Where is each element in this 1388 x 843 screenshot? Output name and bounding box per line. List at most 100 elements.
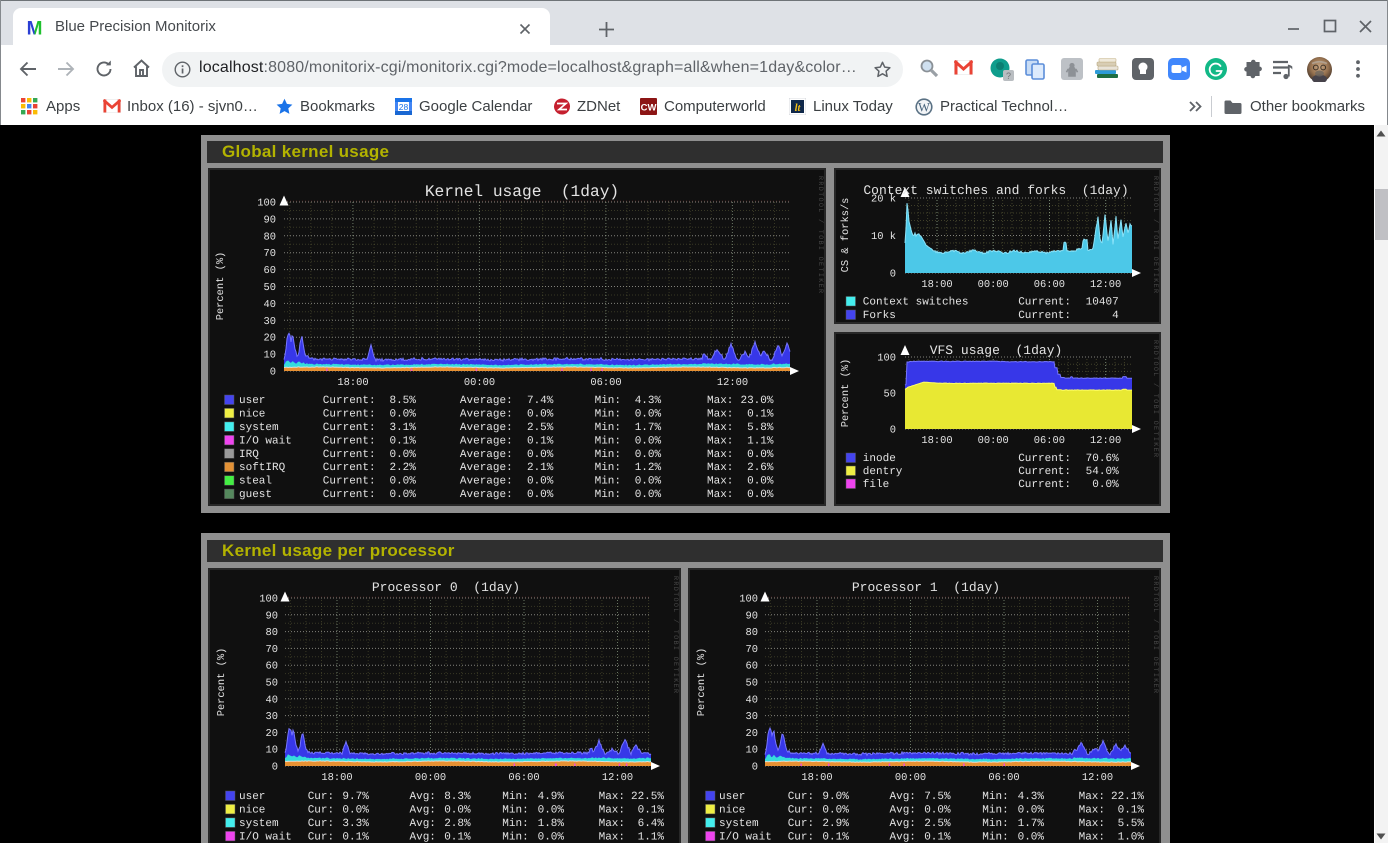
svg-text:nice: nice bbox=[719, 804, 745, 816]
svg-text:12:00: 12:00 bbox=[717, 377, 748, 389]
svg-text:Min:: Min: bbox=[595, 435, 621, 447]
svg-text:40: 40 bbox=[264, 299, 276, 311]
svg-text:IRQ: IRQ bbox=[239, 449, 259, 461]
svg-text:8.5%: 8.5% bbox=[389, 395, 416, 407]
svg-text:Cur:: Cur: bbox=[308, 831, 334, 843]
svg-text:00:00: 00:00 bbox=[415, 772, 446, 784]
svg-text:100: 100 bbox=[259, 594, 278, 606]
svg-text:40: 40 bbox=[266, 694, 278, 706]
svg-text:VFS usage (1day): VFS usage (1day) bbox=[930, 343, 1063, 358]
svg-text:Avg:: Avg: bbox=[890, 831, 916, 843]
svg-text:2.2%: 2.2% bbox=[389, 462, 416, 474]
svg-text:06:00: 06:00 bbox=[590, 377, 621, 389]
svg-text:Max:: Max: bbox=[707, 462, 733, 474]
svg-text:Current:: Current: bbox=[323, 422, 376, 434]
svg-text:RRDTOOL / TOBI OETIKER: RRDTOOL / TOBI OETIKER bbox=[1151, 176, 1159, 294]
svg-text:60: 60 bbox=[746, 661, 758, 673]
svg-text:4: 4 bbox=[1112, 310, 1119, 322]
svg-text:Min:: Min: bbox=[595, 489, 621, 501]
svg-text:inode: inode bbox=[863, 453, 896, 465]
svg-text:1.2%: 1.2% bbox=[635, 462, 662, 474]
svg-text:2.8%: 2.8% bbox=[444, 818, 471, 830]
svg-text:0.1%: 0.1% bbox=[527, 435, 554, 447]
svg-text:CS & forks/s: CS & forks/s bbox=[840, 198, 852, 273]
svg-text:steal: steal bbox=[239, 476, 272, 488]
svg-text:Min:: Min: bbox=[595, 408, 621, 420]
svg-text:I/O wait: I/O wait bbox=[239, 435, 292, 447]
svg-text:50: 50 bbox=[266, 678, 278, 690]
svg-text:0.0%: 0.0% bbox=[538, 804, 565, 816]
svg-text:Avg:: Avg: bbox=[890, 818, 916, 830]
svg-text:100: 100 bbox=[877, 353, 896, 365]
svg-text:3.1%: 3.1% bbox=[389, 422, 416, 434]
svg-text:Max:: Max: bbox=[707, 449, 733, 461]
svg-text:Percent (%): Percent (%) bbox=[696, 648, 708, 717]
svg-text:70: 70 bbox=[264, 248, 276, 260]
svg-text:0: 0 bbox=[272, 762, 278, 774]
svg-text:0: 0 bbox=[890, 425, 896, 437]
svg-text:54.0%: 54.0% bbox=[1086, 466, 1119, 478]
svg-text:0.1%: 0.1% bbox=[342, 831, 369, 843]
svg-text:Current:: Current: bbox=[1018, 453, 1071, 465]
svg-text:0.0%: 0.0% bbox=[635, 489, 662, 501]
svg-text:Processor 1 (1day): Processor 1 (1day) bbox=[852, 580, 1000, 595]
svg-text:Min:: Min: bbox=[595, 476, 621, 488]
svg-text:0.0%: 0.0% bbox=[1092, 479, 1119, 491]
svg-text:0: 0 bbox=[270, 367, 276, 379]
svg-text:Min:: Min: bbox=[982, 791, 1008, 803]
svg-text:70: 70 bbox=[746, 644, 758, 656]
svg-text:Average:: Average: bbox=[460, 422, 513, 434]
svg-text:06:00: 06:00 bbox=[508, 772, 539, 784]
svg-text:Avg:: Avg: bbox=[410, 818, 436, 830]
svg-text:50: 50 bbox=[884, 389, 896, 401]
svg-text:0.0%: 0.0% bbox=[527, 408, 554, 420]
svg-text:18:00: 18:00 bbox=[337, 377, 368, 389]
svg-text:Max:: Max: bbox=[707, 435, 733, 447]
svg-text:60: 60 bbox=[266, 661, 278, 673]
svg-text:Min:: Min: bbox=[595, 395, 621, 407]
svg-text:0: 0 bbox=[752, 762, 758, 774]
svg-text:20 k: 20 k bbox=[871, 194, 896, 206]
svg-text:guest: guest bbox=[239, 489, 272, 501]
svg-text:00:00: 00:00 bbox=[978, 279, 1009, 291]
svg-text:0.0%: 0.0% bbox=[389, 476, 416, 488]
svg-text:Avg:: Avg: bbox=[890, 791, 916, 803]
svg-text:RRDTOOL / TOBI OETIKER: RRDTOOL / TOBI OETIKER bbox=[1151, 576, 1159, 694]
svg-text:Max:: Max: bbox=[599, 791, 625, 803]
svg-text:Avg:: Avg: bbox=[890, 804, 916, 816]
svg-text:0.0%: 0.0% bbox=[635, 408, 662, 420]
svg-text:8.3%: 8.3% bbox=[444, 791, 471, 803]
svg-text:00:00: 00:00 bbox=[464, 377, 495, 389]
svg-text:0.0%: 0.0% bbox=[924, 804, 951, 816]
svg-text:nice: nice bbox=[239, 408, 265, 420]
svg-text:1.7%: 1.7% bbox=[635, 422, 662, 434]
svg-text:18:00: 18:00 bbox=[801, 772, 832, 784]
svg-text:Min:: Min: bbox=[502, 791, 528, 803]
svg-text:2.9%: 2.9% bbox=[822, 818, 849, 830]
svg-text:2.5%: 2.5% bbox=[527, 422, 554, 434]
svg-text:0.1%: 0.1% bbox=[444, 831, 471, 843]
svg-text:Kernel usage (1day): Kernel usage (1day) bbox=[425, 183, 619, 201]
svg-text:Average:: Average: bbox=[460, 476, 513, 488]
svg-text:Max:: Max: bbox=[707, 408, 733, 420]
svg-text:Max:: Max: bbox=[707, 395, 733, 407]
svg-text:Max:: Max: bbox=[707, 422, 733, 434]
svg-text:0.0%: 0.0% bbox=[635, 435, 662, 447]
svg-text:3.3%: 3.3% bbox=[342, 818, 369, 830]
svg-text:0.0%: 0.0% bbox=[747, 476, 774, 488]
svg-text:0.0%: 0.0% bbox=[527, 449, 554, 461]
svg-text:Cur:: Cur: bbox=[308, 791, 334, 803]
svg-text:I/O wait: I/O wait bbox=[239, 831, 292, 843]
svg-text:06:00: 06:00 bbox=[1034, 279, 1065, 291]
svg-text:Cur:: Cur: bbox=[788, 818, 814, 830]
svg-text:2.1%: 2.1% bbox=[527, 462, 554, 474]
svg-text:Min:: Min: bbox=[595, 449, 621, 461]
svg-text:06:00: 06:00 bbox=[988, 772, 1019, 784]
svg-text:0.1%: 0.1% bbox=[924, 831, 951, 843]
svg-text:Max:: Max: bbox=[599, 831, 625, 843]
svg-text:18:00: 18:00 bbox=[921, 435, 952, 447]
svg-text:0.0%: 0.0% bbox=[635, 476, 662, 488]
svg-text:00:00: 00:00 bbox=[895, 772, 926, 784]
svg-text:0.1%: 0.1% bbox=[389, 435, 416, 447]
svg-text:system: system bbox=[239, 818, 279, 830]
